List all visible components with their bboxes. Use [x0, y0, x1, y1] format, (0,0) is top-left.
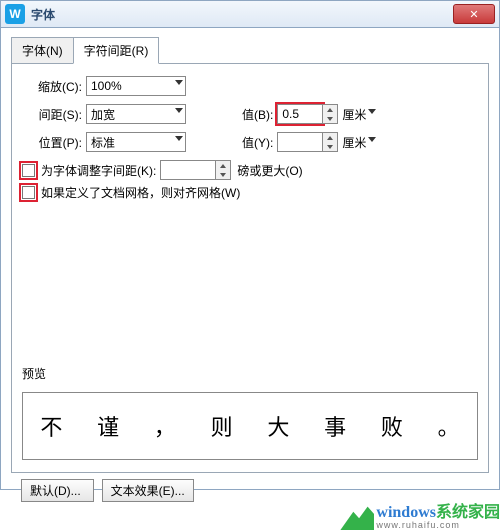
spacing-value: 加宽 — [91, 106, 115, 123]
chevron-down-icon — [175, 108, 183, 113]
preview-label: 预览 — [22, 365, 46, 382]
scale-combo[interactable]: 100% — [86, 76, 186, 96]
scale-value: 100% — [91, 79, 122, 93]
chevron-down-icon — [368, 109, 376, 114]
snap-checkbox[interactable] — [22, 186, 35, 199]
tab-strip: 字体(N) 字符间距(R) — [11, 36, 489, 63]
snap-label: 如果定义了文档网格，则对齐网格(W) — [41, 184, 240, 201]
footer: 默认(D)... 文本效果(E)... — [11, 473, 489, 508]
valy-label: 值(Y): — [242, 134, 273, 151]
valb-spinner[interactable] — [323, 104, 338, 124]
kerning-checkbox[interactable] — [22, 164, 35, 177]
valb-unit[interactable]: 厘米 — [342, 106, 378, 123]
valb-label: 值(B): — [242, 106, 273, 123]
app-icon: W — [5, 4, 25, 24]
kerning-label: 为字体调整字间距(K): — [41, 162, 156, 179]
tab-spacing[interactable]: 字符间距(R) — [73, 37, 160, 64]
position-value: 标准 — [91, 134, 115, 151]
kerning-value-input[interactable] — [160, 160, 216, 180]
position-combo[interactable]: 标准 — [86, 132, 186, 152]
chevron-down-icon — [368, 137, 376, 142]
position-label: 位置(P): — [22, 134, 82, 151]
default-button[interactable]: 默认(D)... — [21, 479, 94, 502]
valy-unit[interactable]: 厘米 — [342, 134, 378, 151]
scale-label: 缩放(C): — [22, 78, 82, 95]
text-effects-button[interactable]: 文本效果(E)... — [102, 479, 194, 502]
kerning-spinner[interactable] — [216, 160, 231, 180]
chevron-down-icon — [175, 136, 183, 141]
window-title: 字体 — [31, 6, 453, 23]
dialog-body: 字体(N) 字符间距(R) 缩放(C): 100% 间距(S): 加宽 值(B)… — [0, 28, 500, 490]
valy-input[interactable] — [277, 132, 323, 152]
valy-spinner[interactable] — [323, 132, 338, 152]
spacing-combo[interactable]: 加宽 — [86, 104, 186, 124]
title-bar: W 字体 ✕ — [0, 0, 500, 28]
valb-input[interactable]: 0.5 — [277, 104, 323, 124]
kerning-suffix: 磅或更大(O) — [237, 162, 302, 179]
chevron-down-icon — [175, 80, 183, 85]
close-button[interactable]: ✕ — [453, 4, 495, 24]
tab-font[interactable]: 字体(N) — [11, 37, 74, 64]
preview-box: 不 谨 ， 则 大 事 败 。 — [22, 392, 478, 460]
spacing-label: 间距(S): — [22, 106, 82, 123]
tab-panel: 缩放(C): 100% 间距(S): 加宽 值(B): 0.5 厘米 位置(P)… — [11, 63, 489, 473]
